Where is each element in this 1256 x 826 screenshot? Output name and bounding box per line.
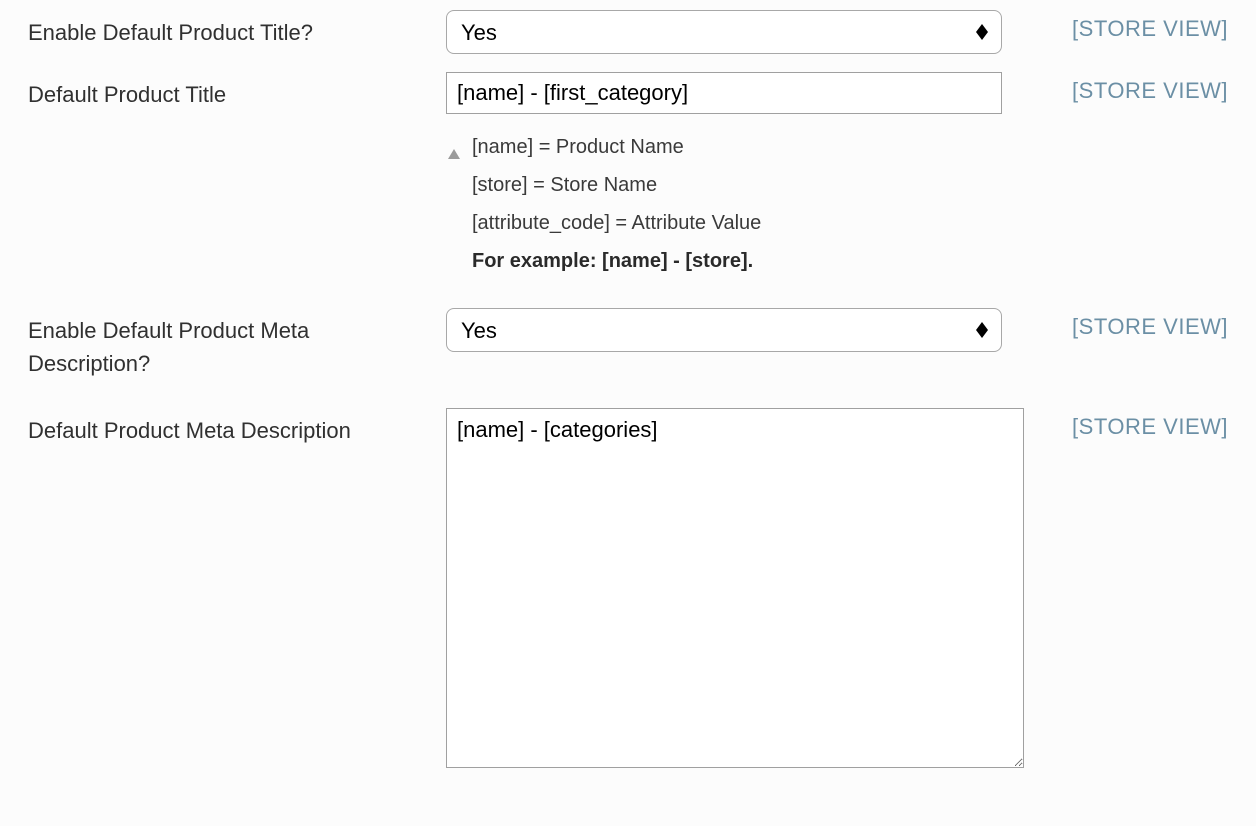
title-col: [name] = Product Name [store] = Store Na…	[446, 72, 1026, 280]
enable-meta-description-select[interactable]: Yes No	[446, 308, 1002, 352]
scope-label: [STORE VIEW]	[1058, 408, 1228, 440]
scope-label: [STORE VIEW]	[1058, 308, 1228, 340]
enable-product-title-select[interactable]: Yes No	[446, 10, 1002, 54]
help-line-4: For example: [name] - [store].	[472, 242, 1026, 280]
default-product-title-input[interactable]	[446, 72, 1002, 114]
label-enable-meta-description: Enable Default Product Meta Description?	[28, 308, 414, 380]
label-product-title: Default Product Title	[28, 72, 414, 111]
help-block: [name] = Product Name [store] = Store Na…	[446, 128, 1026, 280]
scope-label: [STORE VIEW]	[1058, 72, 1228, 104]
select-wrap: Yes No	[446, 10, 1002, 54]
select-wrap: Yes No	[446, 308, 1002, 352]
help-line-3: [attribute_code] = Attribute Value	[472, 204, 1026, 242]
scope-label: [STORE VIEW]	[1058, 10, 1228, 42]
caret-up-icon	[448, 134, 460, 172]
help-line-1: [name] = Product Name	[472, 128, 1026, 166]
label-enable-product-title: Enable Default Product Title?	[28, 10, 414, 49]
field-meta-description: Default Product Meta Description [STORE …	[28, 408, 1228, 774]
label-meta-description: Default Product Meta Description	[28, 408, 414, 447]
meta-col	[446, 408, 1026, 774]
default-meta-description-textarea[interactable]	[446, 408, 1024, 768]
field-enable-meta-description: Enable Default Product Meta Description?…	[28, 308, 1228, 380]
help-line-2: [store] = Store Name	[472, 166, 1026, 204]
field-enable-product-title: Enable Default Product Title? Yes No [ST…	[28, 10, 1228, 54]
field-product-title: Default Product Title [name] = Product N…	[28, 72, 1228, 280]
